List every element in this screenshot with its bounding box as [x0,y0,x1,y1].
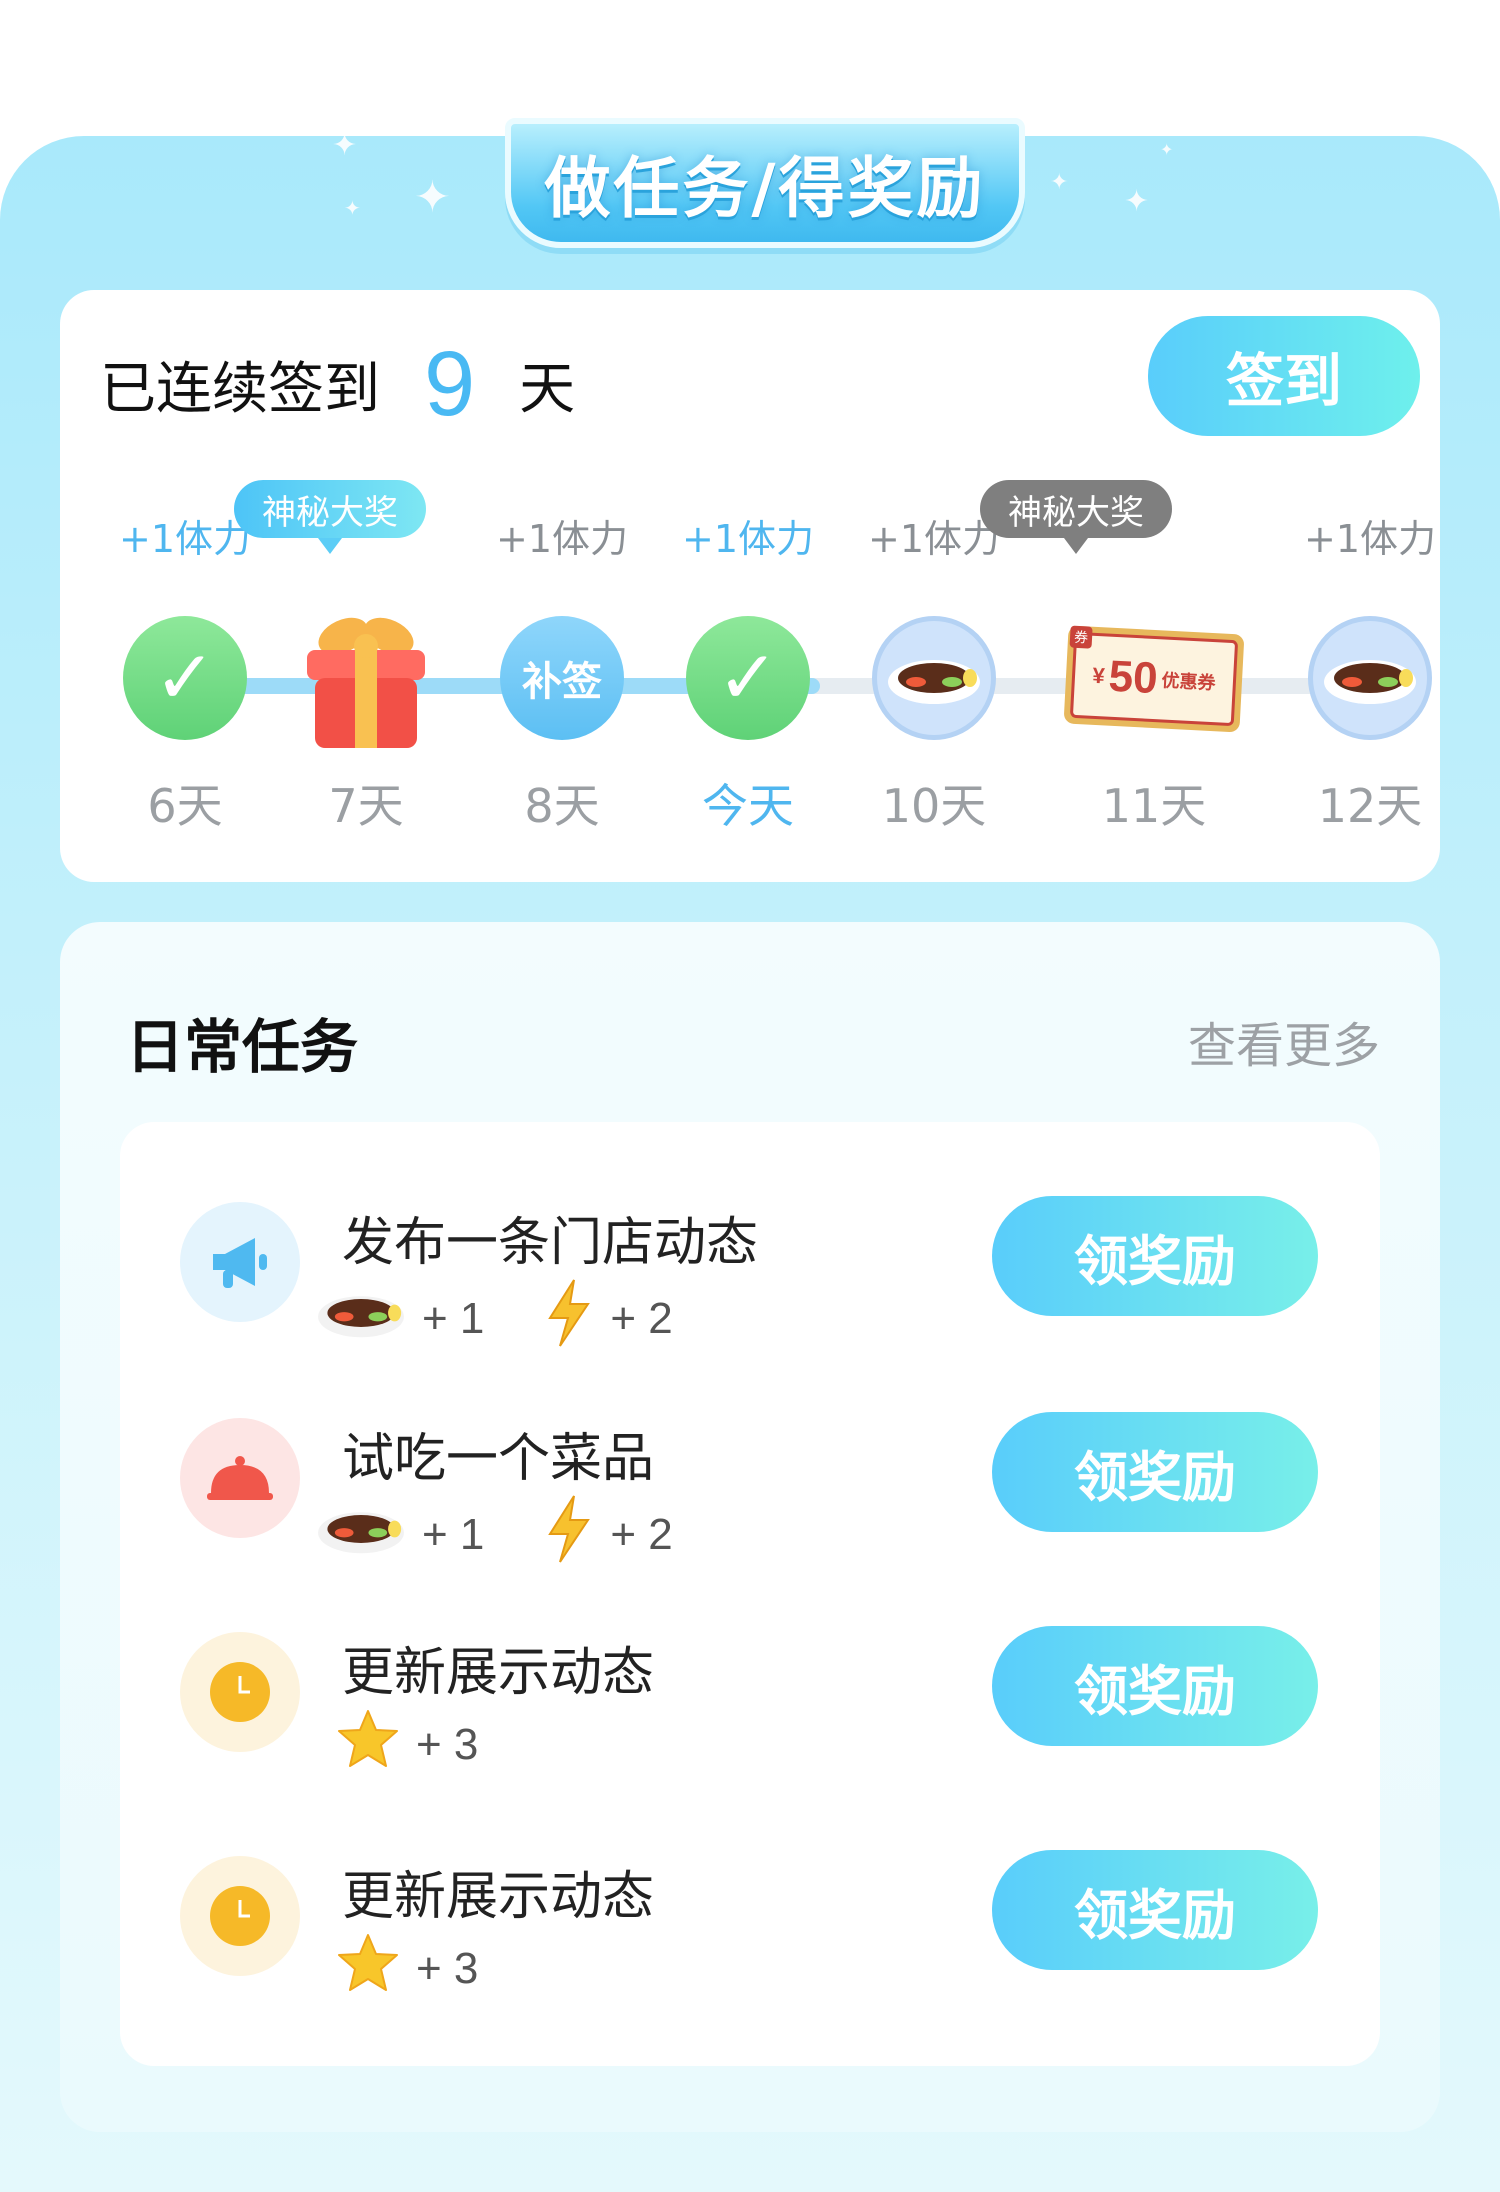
checkin-day: +1体力 10天 [844,290,1024,882]
day-label: 6天 [147,779,223,833]
dish-icon [316,1285,406,1352]
coupon-amount: 50 [1107,651,1159,704]
sparkle-icon: ✦ [414,172,451,223]
day-label: 今天 [702,779,794,833]
lightning-icon [544,1494,594,1575]
task-rewards: + 1 + 2 [316,1278,733,1359]
checkin-card: 已连续签到 9 天 签到 +1体力 ✓ 6天 神秘大奖 7天 +1体力 补签 8… [60,290,1440,882]
day-label: 10天 [881,779,987,833]
sparkle-icon: ✦ [1050,170,1069,195]
day-reward: +1体力 [495,517,629,561]
task-item: 试吃一个菜品 + 1 + 2 领奖励 [120,1368,1380,1568]
checkin-day: +1体力 ✓ 今天 [658,290,838,882]
day-label: 7天 [328,779,404,833]
reward-value: + 1 [422,1509,485,1559]
task-rewards: + 1 + 2 [316,1494,733,1575]
clock-icon [180,1856,300,1976]
day-label: 8天 [524,779,600,833]
task-list: 发布一条门店动态 + 1 + 2 领奖励 试吃一个菜品 + 1 + 2 领奖励 … [120,1122,1380,2066]
day-reward: +1体力 [1303,517,1437,561]
reward-value: + 3 [416,1943,479,1993]
makeup-checkin-button[interactable]: 补签 [500,616,624,740]
day-label: 12天 [1317,779,1423,833]
mystery-prize-tip: 神秘大奖 [234,480,426,554]
reward-value: + 2 [610,1509,673,1559]
checkin-day: 神秘大奖 7天 [234,290,456,882]
checkin-day: +1体力 ✓ 6天 [95,290,275,882]
check-icon: ✓ [686,616,810,740]
lightning-icon [544,1278,594,1359]
sparkle-icon: ✦ [344,196,361,220]
coupon-corner: 券 [1069,625,1093,649]
task-name: 发布一条门店动态 [342,1213,759,1273]
sparkle-icon: ✦ [1124,184,1150,219]
task-item: 发布一条门店动态 + 1 + 2 领奖励 [120,1152,1380,1352]
dish-icon [316,1501,406,1568]
day-label: 11天 [1101,779,1207,833]
clock-icon [180,1632,300,1752]
reward-value: + 3 [416,1719,479,1769]
claim-reward-button[interactable]: 领奖励 [992,1196,1318,1316]
star-icon [336,1932,400,2005]
coupon-text: 优惠券 [1161,670,1216,694]
task-item: 更新展示动态 + 3 领奖励 [120,1582,1380,1782]
dish-icon [872,616,996,740]
task-name: 更新展示动态 [342,1867,655,1927]
reward-value: + 1 [422,1293,485,1343]
check-icon: ✓ [123,616,247,740]
checkin-day: +1体力 12天 [1280,290,1460,882]
sparkle-icon: ✦ [332,128,358,163]
claim-reward-button[interactable]: 领奖励 [992,1626,1318,1746]
checkin-day: +1体力 补签 8天 [472,290,652,882]
checkin-day: 神秘大奖 ¥ 50 优惠券 券 11天 [980,290,1245,882]
mystery-prize-tip: 神秘大奖 [980,480,1172,554]
claim-reward-button[interactable]: 领奖励 [992,1850,1318,1970]
dish-icon [1308,616,1432,740]
reward-value: + 2 [610,1293,673,1343]
gift-box-icon[interactable] [291,606,441,760]
view-more-link[interactable]: 查看更多 [1188,1006,1380,1076]
task-item: 更新展示动态 + 3 领奖励 [120,1806,1380,2006]
claim-reward-button[interactable]: 领奖励 [992,1412,1318,1532]
page-title: 做任务/得奖励 [544,150,986,227]
task-name: 更新展示动态 [342,1643,655,1703]
day-reward: +1体力 [681,517,815,561]
header-badge: 做任务/得奖励 [505,118,1025,248]
task-rewards: + 3 [336,1708,538,1781]
task-name: 试吃一个菜品 [342,1429,655,1489]
megaphone-icon [180,1202,300,1322]
daily-tasks-card: 日常任务 查看更多 发布一条门店动态 + 1 + 2 领奖励 试吃一个菜品 + … [60,922,1440,2132]
task-rewards: + 3 [336,1932,538,2005]
section-title: 日常任务 [126,1013,359,1081]
sparkle-icon: ✦ [1160,140,1174,159]
star-icon [336,1708,400,1781]
food-cloche-icon [180,1418,300,1538]
coupon-icon[interactable]: ¥ 50 优惠券 券 [1063,625,1245,733]
coupon-currency: ¥ [1091,662,1106,689]
